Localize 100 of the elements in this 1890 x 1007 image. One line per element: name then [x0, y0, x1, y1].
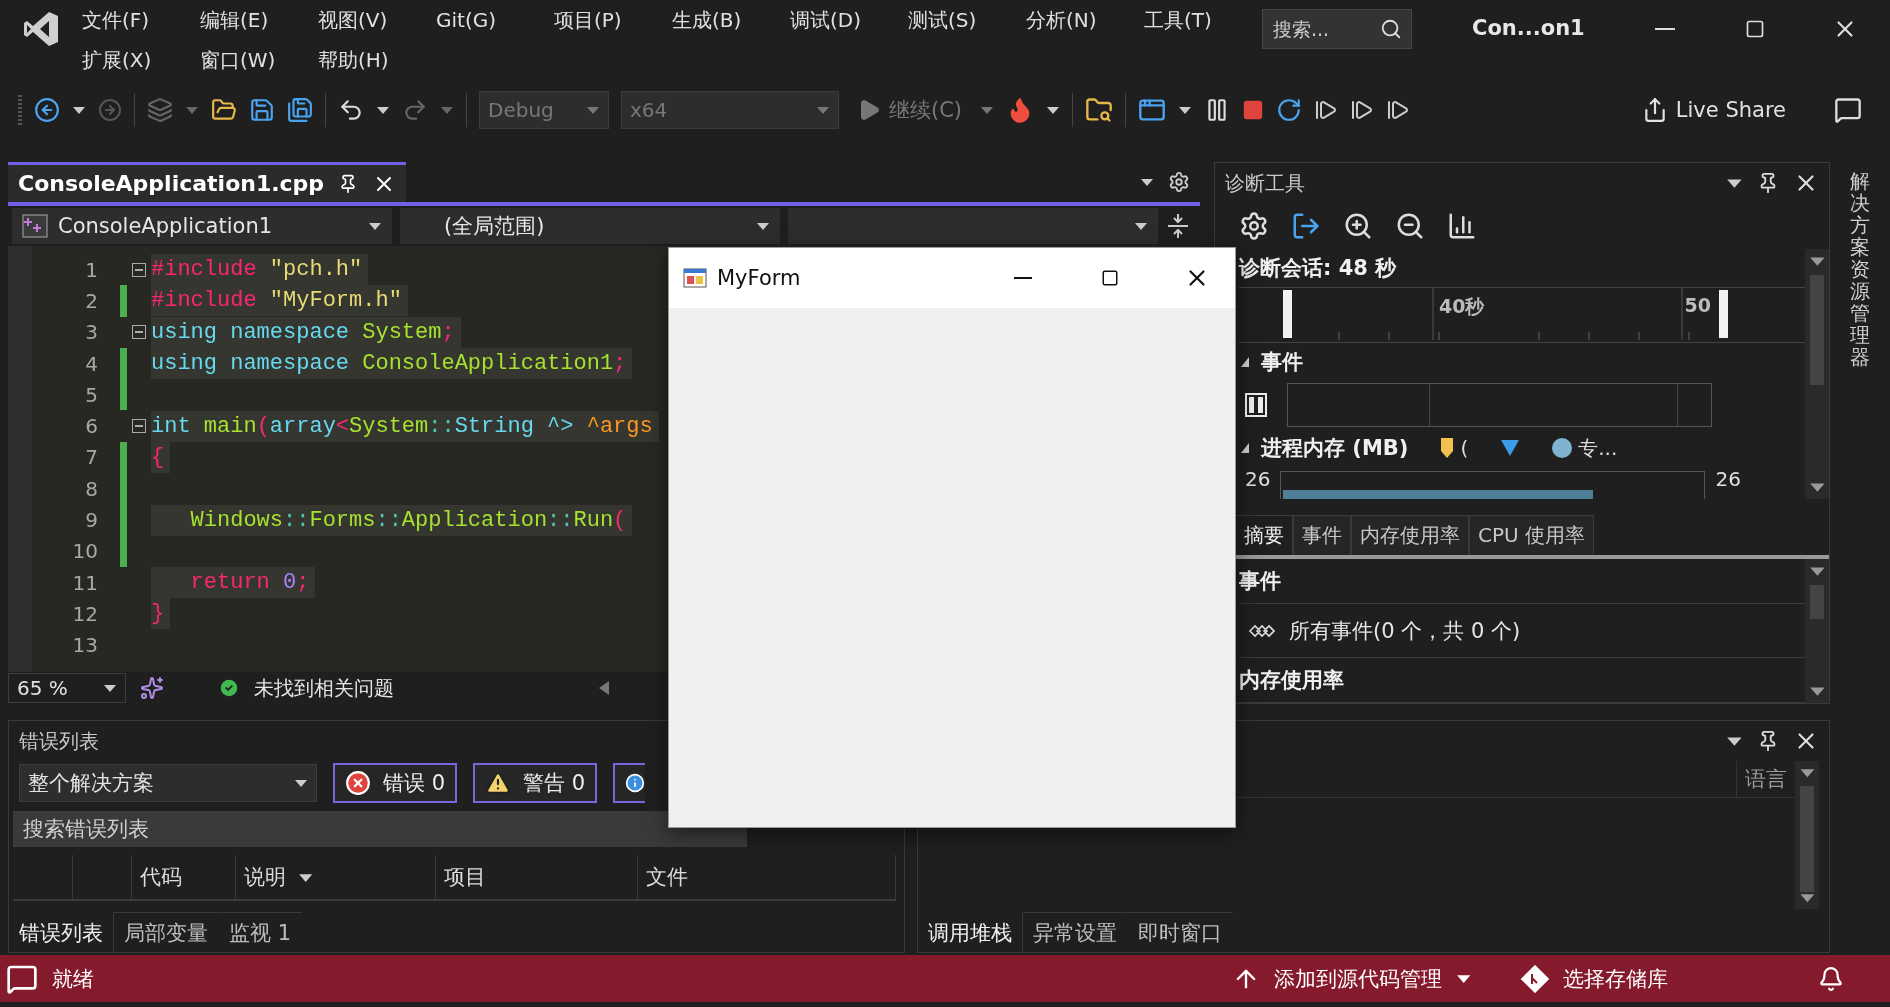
- search-field[interactable]: 搜索...: [1262, 9, 1412, 49]
- menu-item[interactable]: 视图(V): [318, 6, 388, 34]
- column-header[interactable]: 项目: [436, 855, 638, 899]
- menu-item[interactable]: 编辑(E): [200, 6, 269, 34]
- caret-icon[interactable]: [1178, 105, 1193, 115]
- tab[interactable]: 摘要: [1235, 515, 1293, 555]
- menu-item[interactable]: 分析(N): [1026, 6, 1097, 34]
- restart-icon[interactable]: [1276, 97, 1303, 123]
- notification-icon[interactable]: [1818, 965, 1844, 992]
- live-share-button[interactable]: Live Share: [1635, 97, 1792, 123]
- pause-icon[interactable]: [1245, 393, 1267, 417]
- line-number: 9: [84, 508, 98, 532]
- caret-icon[interactable]: [103, 683, 117, 693]
- settings-icon[interactable]: [1239, 211, 1269, 241]
- repository-button[interactable]: 选择存储库: [1521, 964, 1668, 993]
- project-dropdown[interactable]: ConsoleApplication1: [12, 208, 392, 244]
- caret-icon[interactable]: [756, 221, 770, 231]
- source-control-button[interactable]: 添加到源代码管理: [1231, 964, 1471, 993]
- column-header[interactable]: 文件: [637, 855, 896, 899]
- tab[interactable]: CPU 使用率: [1469, 515, 1595, 555]
- zoom-in-icon[interactable]: [1343, 211, 1373, 241]
- caret-icon[interactable]: [72, 105, 86, 115]
- expander-icon[interactable]: [1239, 441, 1251, 455]
- step-icon[interactable]: [1386, 98, 1411, 122]
- menu-item[interactable]: 生成(B): [672, 6, 742, 34]
- caret-icon[interactable]: [1455, 973, 1471, 984]
- menu-item[interactable]: Git(G): [436, 8, 496, 32]
- save-all-icon[interactable]: [287, 97, 313, 123]
- menu-item[interactable]: 窗口(W): [200, 46, 276, 74]
- caret-icon[interactable]: [294, 778, 308, 788]
- tab[interactable]: 事件: [1293, 515, 1351, 555]
- new-project-icon[interactable]: [147, 97, 173, 123]
- status-text: 未找到相关问题: [254, 674, 394, 702]
- search-field[interactable]: 搜索错误列表: [13, 811, 747, 847]
- scroll-up-icon[interactable]: [1808, 565, 1826, 577]
- scroll-down-icon[interactable]: [1798, 891, 1816, 903]
- collapse-icon[interactable]: [132, 419, 146, 434]
- menu-item[interactable]: 帮助(H): [318, 46, 389, 74]
- step-icon[interactable]: [1350, 98, 1375, 122]
- caret-icon[interactable]: [368, 221, 382, 231]
- scroll-down-icon[interactable]: [1808, 481, 1826, 493]
- scrollbar[interactable]: [1795, 761, 1819, 909]
- export-icon[interactable]: [1291, 211, 1321, 241]
- split-icon[interactable]: [1166, 212, 1190, 240]
- legend-label: 专...: [1578, 434, 1618, 462]
- menu-item[interactable]: 扩展(X): [82, 46, 152, 74]
- expander-icon[interactable]: [1239, 355, 1251, 369]
- caret-icon[interactable]: [1134, 221, 1148, 231]
- editor-tab[interactable]: ConsoleApplication1.cpp: [8, 162, 407, 202]
- column-header[interactable]: 代码: [131, 855, 237, 899]
- scrollbar[interactable]: [1805, 559, 1829, 703]
- panel-title: 错误列表: [19, 727, 99, 755]
- section-title: 内存使用率: [1239, 658, 1805, 703]
- scroll-up-icon[interactable]: [1808, 255, 1826, 267]
- minimize-icon: [1655, 28, 1675, 30]
- menu-item[interactable]: 项目(P): [554, 6, 622, 34]
- save-icon[interactable]: [249, 97, 275, 123]
- menu-item[interactable]: 文件(F): [82, 6, 150, 34]
- scope-dropdown[interactable]: (全局范围): [400, 208, 780, 244]
- caret-icon[interactable]: [1726, 735, 1743, 747]
- form-title: MyForm: [717, 266, 801, 290]
- caret-icon[interactable]: [1140, 177, 1154, 187]
- stop-icon[interactable]: [1242, 99, 1265, 121]
- scroll-down-icon[interactable]: [1808, 685, 1826, 697]
- error-icon: [345, 770, 371, 796]
- folder-icon[interactable]: [211, 97, 237, 123]
- scroll-up-icon[interactable]: [1798, 767, 1816, 779]
- menu-item[interactable]: 调试(D): [790, 6, 861, 34]
- column-header[interactable]: 说明: [236, 855, 437, 899]
- menu-item[interactable]: 工具(T): [1144, 6, 1212, 34]
- feedback-icon[interactable]: [1834, 96, 1862, 124]
- zoom-dropdown[interactable]: 65 %: [8, 673, 126, 703]
- caret-icon[interactable]: [1726, 177, 1743, 189]
- step-icon[interactable]: [1314, 98, 1339, 122]
- tab[interactable]: 内存使用率: [1351, 515, 1469, 555]
- collapse-icon[interactable]: [132, 262, 146, 277]
- sort-icon[interactable]: [298, 871, 314, 883]
- scroll-thumb[interactable]: [1810, 585, 1824, 619]
- error-filter-button[interactable]: 错误 0: [333, 763, 458, 803]
- caret-icon[interactable]: [1046, 105, 1061, 115]
- collapse-icon[interactable]: [132, 325, 146, 340]
- scope-dropdown[interactable]: 整个解决方案: [19, 764, 317, 802]
- continue-button[interactable]: 继续(C): [851, 96, 969, 124]
- redo-icon[interactable]: [402, 97, 428, 123]
- warning-filter-button[interactable]: 警告 0: [473, 763, 598, 803]
- line-number: 6: [84, 414, 98, 439]
- solution-explorer-tab[interactable]: 解决方案资源管理器: [1850, 170, 1870, 955]
- settings-icon[interactable]: [1168, 171, 1190, 193]
- menu-item[interactable]: 测试(S): [908, 6, 977, 34]
- folder-search-icon[interactable]: [1085, 96, 1114, 124]
- chart-icon[interactable]: [1447, 211, 1477, 241]
- scroll-left-icon[interactable]: [598, 680, 610, 696]
- caret-icon[interactable]: [376, 105, 390, 115]
- info-filter-button[interactable]: [613, 763, 646, 803]
- zoom-out-icon[interactable]: [1395, 211, 1425, 241]
- intellicode-icon[interactable]: [140, 676, 164, 700]
- back-icon[interactable]: [34, 97, 60, 123]
- undo-icon[interactable]: [338, 97, 364, 123]
- events-link[interactable]: 所有事件(0 个，共 0 个): [1289, 616, 1521, 645]
- scrollbar[interactable]: [1805, 249, 1829, 499]
